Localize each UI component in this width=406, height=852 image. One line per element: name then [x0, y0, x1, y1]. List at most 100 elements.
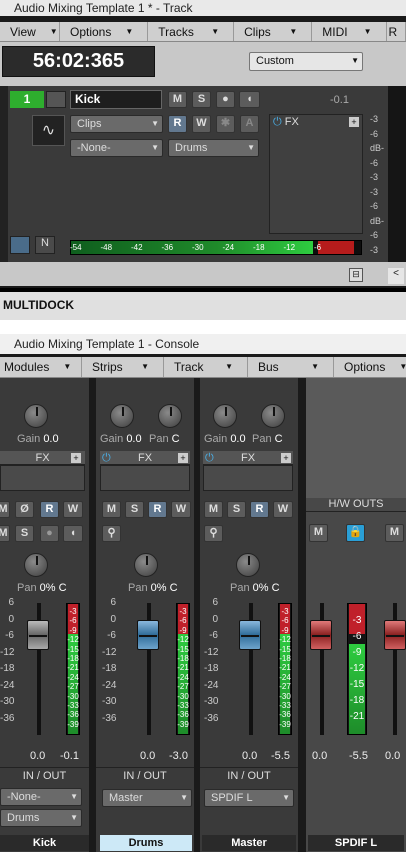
pan-knob[interactable] — [24, 553, 48, 577]
menu-options[interactable]: Options ▼ — [60, 22, 149, 41]
strip-name[interactable]: Master — [202, 835, 296, 851]
menu-r[interactable]: R — [387, 22, 406, 41]
strip-name[interactable]: Drums — [100, 835, 192, 851]
automation-icon[interactable]: N — [35, 236, 55, 254]
meter-mark: -3 — [179, 607, 187, 616]
phase-button[interactable]: Ø — [15, 501, 34, 518]
track-name[interactable]: Kick — [70, 90, 162, 109]
pan-knob[interactable] — [134, 553, 158, 577]
stereo-icon[interactable]: ⚲ — [102, 525, 121, 542]
clips-dropdown[interactable]: Clips ▼ — [70, 115, 163, 133]
scale-label: -24 — [102, 679, 117, 691]
mute-button[interactable]: M — [309, 524, 328, 542]
menu-track[interactable]: Track ▼ — [164, 357, 248, 377]
chevron-down-icon: ▼ — [70, 813, 78, 822]
gain-knob[interactable] — [24, 404, 48, 428]
menu-strips[interactable]: Strips ▼ — [82, 357, 164, 377]
input-dropdown[interactable]: -None- ▼ — [70, 139, 163, 157]
write-automation-button[interactable]: W — [192, 115, 211, 133]
solo-button[interactable]: S — [15, 525, 34, 542]
menu-modules[interactable]: Modules ▼ — [0, 357, 82, 377]
fader-handle[interactable] — [384, 620, 406, 650]
record-button[interactable]: ● — [216, 91, 235, 108]
read-automation-button[interactable]: R — [40, 501, 59, 518]
output-dropdown[interactable]: Master ▼ — [102, 789, 192, 807]
dock-icon[interactable]: ⊟ — [349, 268, 363, 282]
gain-knob[interactable] — [110, 404, 134, 428]
write-automation-button[interactable]: W — [63, 501, 83, 518]
scale-label: -24 — [204, 679, 219, 691]
menu-strips-label: Strips — [92, 360, 123, 374]
menu-clips[interactable]: Clips ▼ — [234, 22, 313, 41]
output-dropdown[interactable]: Drums ▼ — [168, 139, 259, 157]
fader-handle[interactable] — [27, 620, 49, 650]
time-display[interactable]: 56:02:365 — [2, 46, 155, 77]
stereo-icon[interactable]: ⚲ — [204, 525, 223, 542]
strip-name[interactable]: SPDIF L — [308, 835, 404, 851]
preset-dropdown[interactable]: Custom ▼ — [249, 52, 363, 71]
track-number[interactable]: 1 — [10, 91, 44, 108]
input-dropdown[interactable]: -None- ▼ — [0, 788, 82, 806]
track-meter-ticks: -54 -48 -42 -36 -30 -24 -18 -12 -6 — [70, 243, 360, 255]
menu-view[interactable]: View ▼ — [0, 22, 60, 41]
mute-button[interactable]: M — [0, 501, 10, 518]
menu-bus[interactable]: Bus ▼ — [248, 357, 334, 377]
output-dropdown[interactable]: Drums ▼ — [0, 809, 82, 827]
fx-label: FX — [35, 452, 50, 464]
scale-label: 0 — [110, 613, 116, 625]
scroll-left-icon[interactable]: < — [388, 268, 404, 284]
solo-button[interactable]: S — [125, 501, 144, 518]
add-fx-button[interactable]: + — [349, 117, 359, 127]
archive-button[interactable]: A — [240, 115, 259, 133]
menu-midi[interactable]: MIDI ▼ — [312, 22, 387, 41]
menu-console-options[interactable]: Options ▼ — [334, 357, 406, 377]
mute-button[interactable]: M — [204, 501, 223, 518]
input-label: -None- — [7, 791, 41, 803]
scale-label: 0 — [212, 613, 218, 625]
input-echo-button[interactable]: ◖ — [63, 525, 83, 542]
output-dropdown[interactable]: SPDIF L ▼ — [204, 789, 294, 807]
gap — [0, 320, 406, 334]
read-automation-button[interactable]: R — [250, 501, 269, 518]
pan-label: Pan — [252, 433, 272, 445]
add-fx-button[interactable]: + — [71, 453, 81, 463]
solo-button[interactable]: S — [227, 501, 246, 518]
add-fx-button[interactable]: + — [281, 453, 291, 463]
track-fx-bin[interactable] — [269, 114, 363, 234]
scale-label: -18 — [204, 663, 219, 674]
read-automation-button[interactable]: R — [168, 115, 187, 133]
write-automation-button[interactable]: W — [273, 501, 293, 518]
fx-bin[interactable] — [0, 465, 85, 491]
fx-bin[interactable] — [203, 465, 293, 491]
read-automation-button[interactable]: R — [148, 501, 167, 518]
gain-knob[interactable] — [213, 404, 237, 428]
add-fx-button[interactable]: + — [178, 453, 188, 463]
mute-button-2[interactable]: M — [0, 525, 10, 542]
pan-knob[interactable] — [236, 553, 260, 577]
track-settings-icon[interactable] — [10, 236, 30, 254]
write-automation-button[interactable]: W — [171, 501, 191, 518]
mute-button[interactable]: M — [168, 91, 187, 108]
lock-icon[interactable]: 🔒 — [346, 524, 365, 542]
freeze-button[interactable]: ✱ — [216, 115, 235, 133]
meter-mark: -12 — [67, 635, 79, 645]
input-echo-button[interactable]: ◖ — [239, 91, 260, 108]
multidock-bar: MULTIDOCK — [0, 292, 406, 320]
pan-value: C — [171, 433, 180, 445]
gain-readout: Gain 0.0 — [204, 433, 246, 445]
mute-button[interactable]: M — [102, 501, 121, 518]
meter-mark: -30 — [279, 691, 291, 701]
mute-button-2[interactable]: M — [385, 524, 404, 542]
solo-button[interactable]: S — [192, 91, 211, 108]
fader-handle[interactable] — [310, 620, 332, 650]
strip-name[interactable]: Kick — [0, 835, 89, 851]
pan-value: 0% C — [39, 582, 67, 594]
peak-value: -3.0 — [169, 750, 188, 762]
fader-handle[interactable] — [137, 620, 159, 650]
fx-bin[interactable] — [100, 465, 190, 491]
menu-tracks[interactable]: Tracks ▼ — [148, 22, 235, 41]
fader-handle[interactable] — [239, 620, 261, 650]
record-button[interactable]: ● — [40, 525, 59, 542]
pan-knob-top[interactable] — [158, 404, 182, 428]
pan-knob-top[interactable] — [261, 404, 285, 428]
